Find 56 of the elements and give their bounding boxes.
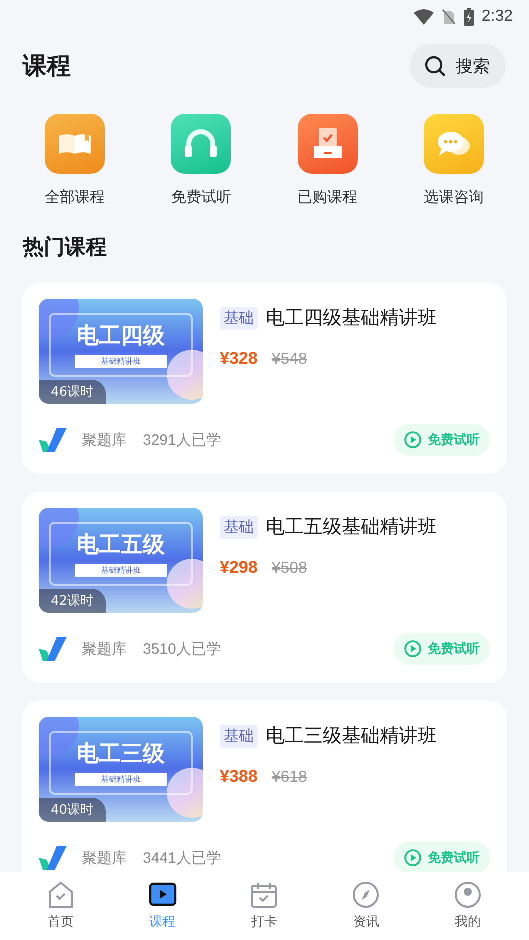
cover-subtitle: 基础精讲班 xyxy=(75,355,167,368)
home-icon xyxy=(46,881,75,909)
circle-decoration xyxy=(167,559,203,609)
course-title: 电工四级基础精讲班 xyxy=(266,306,437,331)
provider-name: 聚题库 xyxy=(82,430,127,450)
course-price: ¥388 xyxy=(220,767,258,787)
course-card[interactable]: 电工四级 基础精讲班 46课时 基础 电工四级基础精讲班 ¥328 ¥548 聚题库 3291人已学 免费试听 xyxy=(22,283,507,474)
search-icon xyxy=(424,55,446,77)
level-tag: 基础 xyxy=(220,516,258,538)
section-title: 热门课程 xyxy=(23,234,108,261)
course-price: ¥298 xyxy=(220,558,258,578)
course-card[interactable]: 电工五级 基础精讲班 42课时 基础 电工五级基础精讲班 ¥298 ¥508 聚题库 3510人已学 免费试听 xyxy=(22,492,507,683)
learner-count: 3291人已学 xyxy=(143,430,222,450)
play-icon xyxy=(404,640,422,658)
course-title: 电工五级基础精讲班 xyxy=(266,515,437,540)
circle-decoration xyxy=(167,768,203,818)
course-price: ¥328 xyxy=(220,349,258,369)
check-logo-icon xyxy=(39,846,67,870)
learner-count: 3441人已学 xyxy=(143,848,222,868)
check-logo-icon xyxy=(39,637,67,661)
cover-subtitle: 基础精讲班 xyxy=(75,564,167,577)
nav-tab[interactable]: 资讯 xyxy=(336,881,396,931)
wifi-icon xyxy=(414,9,434,25)
original-price: ¥618 xyxy=(272,769,308,787)
course-card[interactable]: 电工三级 基础精讲班 40课时 基础 电工三级基础精讲班 ¥388 ¥618 聚题库 3441人已学 免费试听 xyxy=(22,701,507,872)
original-price: ¥548 xyxy=(272,351,308,369)
lesson-count: 40课时 xyxy=(39,798,106,822)
learner-count: 3510人已学 xyxy=(143,640,222,658)
circle-decoration xyxy=(167,350,203,400)
no-sim-icon xyxy=(442,9,456,25)
play-icon xyxy=(404,849,422,867)
cover-subtitle: 基础精讲班 xyxy=(75,773,167,786)
original-price: ¥508 xyxy=(272,560,308,578)
battery-icon xyxy=(464,8,474,26)
page-title: 课程 xyxy=(23,51,71,82)
profile-icon xyxy=(454,881,482,909)
lesson-count: 42课时 xyxy=(39,589,106,613)
nav-tab[interactable]: 我的 xyxy=(438,881,498,931)
calendar-icon xyxy=(250,881,278,909)
course-title: 电工三级基础精讲班 xyxy=(266,724,437,749)
cover-title: 电工四级 xyxy=(77,323,165,351)
provider-name: 聚题库 xyxy=(82,640,127,658)
nav-tab[interactable]: 首页 xyxy=(30,881,91,931)
search-button[interactable]: 搜索 xyxy=(410,44,506,88)
video-icon xyxy=(148,881,177,909)
lesson-count: 46课时 xyxy=(39,380,106,404)
compass-icon xyxy=(352,881,380,909)
check-logo-icon xyxy=(39,428,67,452)
level-tag: 基础 xyxy=(220,306,258,330)
level-tag: 基础 xyxy=(220,724,258,748)
status-time: 2:32 xyxy=(482,8,513,26)
play-icon xyxy=(404,431,422,449)
provider-name: 聚题库 xyxy=(82,848,127,868)
cover-title: 电工五级 xyxy=(77,532,165,560)
nav-tab[interactable]: 打卡 xyxy=(234,881,294,931)
cover-title: 电工三级 xyxy=(77,741,165,769)
